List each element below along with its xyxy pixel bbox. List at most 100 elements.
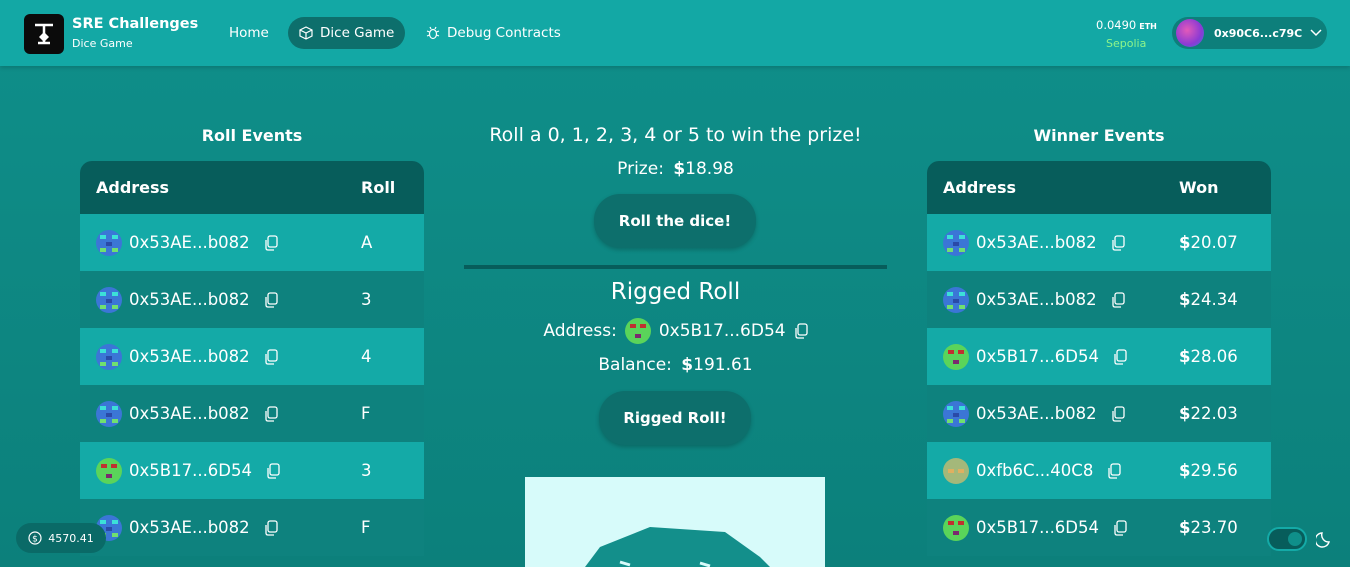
rigged-address-label: Address:: [543, 321, 617, 341]
address-text[interactable]: 0xfb6C...40C8: [976, 461, 1093, 480]
won-cell: $24.34: [1179, 290, 1238, 309]
rigged-balance-label: Balance:: [598, 355, 672, 375]
dollar-icon: $: [1179, 404, 1191, 423]
dice-icon: [585, 527, 770, 567]
won-cell: $29.56: [1179, 461, 1238, 480]
table-row: 0x53AE...b082 4: [80, 328, 424, 385]
address-text[interactable]: 0x5B17...6D54: [976, 347, 1099, 366]
address-cell: 0x53AE...b082: [943, 286, 1179, 313]
divider: [464, 265, 887, 269]
theme-toggle[interactable]: [1267, 527, 1307, 551]
brand-title: SRE Challenges: [72, 16, 199, 32]
address-text[interactable]: 0x53AE...b082: [129, 518, 250, 537]
account-address: 0x90C6...c79C: [1214, 26, 1303, 40]
game-headline: Roll a 0, 1, 2, 3, 4 or 5 to win the pri…: [489, 124, 862, 146]
avatar: [96, 400, 122, 427]
copy-icon[interactable]: [264, 348, 278, 365]
address-text[interactable]: 0x53AE...b082: [129, 233, 250, 252]
avatar: [96, 343, 122, 370]
top-navbar: SRE Challenges Dice Game Home Dice Game …: [0, 0, 1350, 66]
account-button[interactable]: 0x90C6...c79C: [1172, 17, 1327, 49]
dollar-icon: $: [1179, 290, 1191, 309]
address-cell: 0x53AE...b082: [96, 343, 361, 370]
table-row: 0x5B17...6D54 $23.70: [927, 499, 1271, 556]
nav-dice-game-label: Dice Game: [320, 25, 395, 41]
address-text[interactable]: 0x53AE...b082: [129, 290, 250, 309]
nav-debug-contracts[interactable]: Debug Contracts: [415, 17, 572, 49]
col-won-header: Won: [1179, 178, 1219, 197]
avatar: [624, 318, 651, 344]
dollar-icon: $: [1179, 518, 1191, 537]
dollar-circle-icon: $: [28, 531, 42, 545]
wallet-balance-badge[interactable]: $ 4570.41: [16, 523, 106, 553]
won-value: 29.56: [1190, 461, 1238, 480]
copy-icon[interactable]: [1111, 234, 1125, 251]
roll-dice-button[interactable]: Roll the dice!: [594, 194, 756, 248]
won-cell: $20.07: [1179, 233, 1238, 252]
logo[interactable]: [24, 14, 64, 54]
table-row: 0x53AE...b082 $20.07: [927, 214, 1271, 271]
table-row: 0x5B17...6D54 3: [80, 442, 424, 499]
nav-dice-game[interactable]: Dice Game: [288, 17, 406, 49]
rigged-roll-button[interactable]: Rigged Roll!: [599, 391, 751, 445]
copy-icon[interactable]: [264, 519, 278, 536]
address-text[interactable]: 0x5B17...6D54: [976, 518, 1099, 537]
address-text[interactable]: 0x53AE...b082: [976, 290, 1097, 309]
address-text[interactable]: 0x53AE...b082: [976, 404, 1097, 423]
address-cell: 0x5B17...6D54: [943, 514, 1179, 541]
copy-icon[interactable]: [1113, 348, 1127, 365]
roll-events-table: Address Roll 0x53AE...b082 A 0x53AE...b082…: [80, 161, 424, 556]
avatar: [943, 457, 969, 484]
copy-icon[interactable]: [1107, 462, 1121, 479]
roll-value: 3: [361, 290, 372, 309]
roll-value: A: [361, 233, 373, 252]
copy-icon[interactable]: [1111, 405, 1125, 422]
roll-value: F: [361, 404, 371, 423]
wallet-balance-value: 4570.41: [48, 531, 94, 545]
won-value: 22.03: [1190, 404, 1238, 423]
copy-icon[interactable]: [264, 234, 278, 251]
avatar: [943, 343, 969, 370]
address-text[interactable]: 0x53AE...b082: [129, 404, 250, 423]
address-cell: 0x53AE...b082: [943, 400, 1179, 427]
address-text[interactable]: 0x53AE...b082: [976, 233, 1097, 252]
eth-balance-unit: ETH: [1139, 22, 1157, 31]
prize-line: Prize: $18.98: [464, 159, 887, 179]
won-value: 20.07: [1190, 233, 1238, 252]
eth-balance: 0.0490 ETH: [1096, 18, 1157, 32]
address-cell: 0xfb6C...40C8: [943, 457, 1179, 484]
network-label: Sepolia: [1106, 37, 1147, 50]
address-cell: 0x53AE...b082: [943, 229, 1179, 256]
address-text[interactable]: 0x53AE...b082: [129, 347, 250, 366]
chevron-down-icon: [1310, 29, 1322, 37]
col-address-header: Address: [96, 178, 170, 197]
dollar-icon: $: [673, 159, 686, 179]
address-cell: 0x53AE...b082: [96, 514, 361, 541]
roll-events-title: Roll Events: [201, 126, 303, 145]
copy-icon[interactable]: [264, 405, 278, 422]
address-cell: 0x5B17...6D54: [943, 343, 1179, 370]
brand-subtitle: Dice Game: [72, 37, 133, 50]
won-cell: $22.03: [1179, 404, 1238, 423]
copy-icon[interactable]: [1113, 519, 1127, 536]
prize-label: Prize:: [617, 159, 664, 179]
avatar: [1176, 19, 1204, 47]
address-cell: 0x53AE...b082: [96, 400, 361, 427]
copy-icon[interactable]: [794, 323, 808, 339]
dollar-icon: $: [1179, 233, 1191, 252]
avatar: [96, 229, 122, 256]
table-header: Address Won: [927, 161, 1271, 214]
table-row: 0x53AE...b082 3: [80, 271, 424, 328]
copy-icon[interactable]: [266, 462, 280, 479]
table-row: 0x5B17...6D54 $28.06: [927, 328, 1271, 385]
logo-icon: [35, 23, 53, 45]
table-row: 0x53AE...b082 $22.03: [927, 385, 1271, 442]
won-cell: $23.70: [1179, 518, 1238, 537]
dollar-icon: $: [681, 355, 694, 375]
copy-icon[interactable]: [1111, 291, 1125, 308]
address-text[interactable]: 0x5B17...6D54: [129, 461, 252, 480]
copy-icon[interactable]: [264, 291, 278, 308]
won-cell: $28.06: [1179, 347, 1238, 366]
avatar: [96, 457, 122, 484]
nav-home[interactable]: Home: [218, 17, 280, 49]
